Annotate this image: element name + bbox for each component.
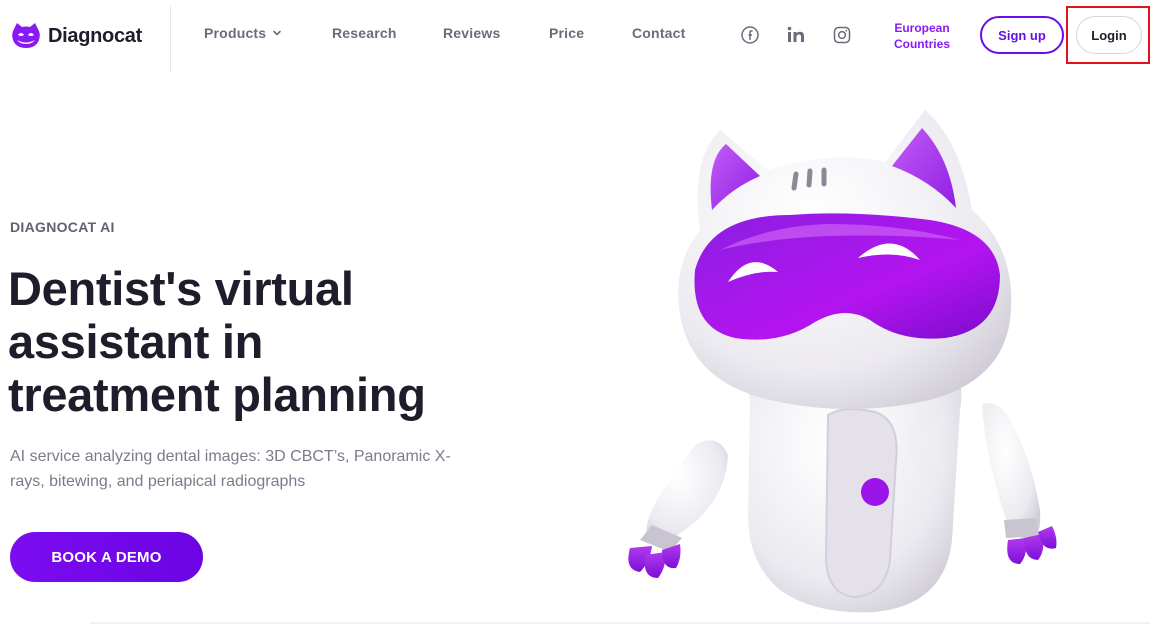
region-line-1: European [894,21,950,35]
nav-reviews[interactable]: Reviews [443,25,500,41]
cat-mask-logo-icon [12,23,40,48]
hero-eyebrow: DIAGNOCAT AI [10,219,115,235]
region-selector[interactable]: European Countries [878,20,966,52]
linkedin-icon[interactable] [786,25,806,45]
headline-line-3: treatment planning [8,368,426,421]
facebook-icon[interactable] [740,25,760,45]
nav-products-label: Products [204,25,267,41]
site-header: Diagnocat Products Research Reviews Pric… [0,0,1151,72]
brand-name: Diagnocat [48,24,142,47]
nav-contact[interactable]: Contact [632,25,686,41]
signup-button[interactable]: Sign up [980,16,1064,54]
header-divider [170,6,171,72]
robot-cat-mascot-illustration [628,110,1057,613]
description-line-2: rays, bitewing, and periapical radiograp… [10,473,306,490]
book-demo-button[interactable]: BOOK A DEMO [10,532,203,582]
headline-line-1: Dentist's virtual [8,262,354,315]
headline-line-2: assistant in [8,315,263,368]
nav-research[interactable]: Research [332,25,397,41]
instagram-icon[interactable] [832,25,852,45]
region-line-2: Countries [893,37,950,51]
section-divider [90,622,1150,624]
hero-headline: Dentist's virtual assistant in treatment… [8,262,528,421]
nav-products[interactable]: Products [204,25,282,41]
description-line-1: AI service analyzing dental images: 3D C… [10,448,451,465]
login-highlight-box [1066,6,1150,64]
chevron-down-icon [273,30,282,36]
brand-logo[interactable]: Diagnocat [10,20,142,52]
hero-description: AI service analyzing dental images: 3D C… [10,444,530,494]
nav-price[interactable]: Price [549,25,584,41]
